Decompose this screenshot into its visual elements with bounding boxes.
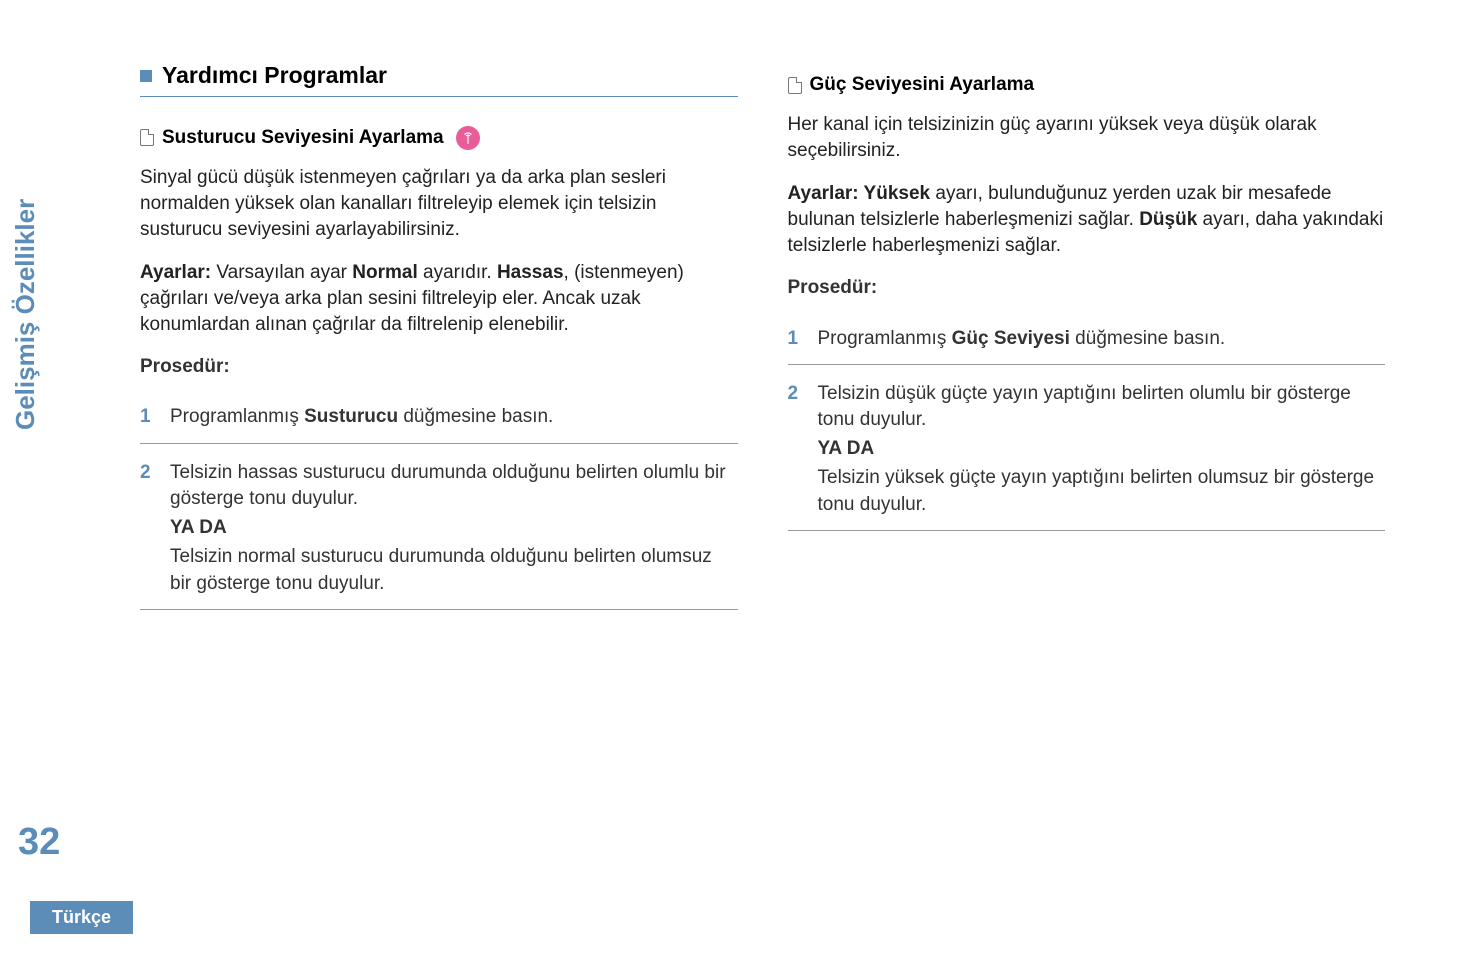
- subheading-row: Susturucu Seviyesini Ayarlama: [140, 125, 738, 151]
- step-number: 1: [788, 326, 804, 352]
- text: Telsizin yüksek güçte yayın yaptığını be…: [818, 465, 1386, 517]
- document-icon: [788, 77, 802, 94]
- text: ayarıdır.: [418, 262, 497, 283]
- text: Varsayılan ayar: [211, 262, 352, 283]
- procedure-step: 1 Programlanmış Güç Seviyesi düğmesine b…: [788, 316, 1386, 365]
- step-body: Telsizin hassas susturucu durumunda oldu…: [170, 460, 738, 597]
- label-bold: Ayarlar:: [140, 262, 211, 283]
- or-label: YA DA: [818, 436, 1386, 462]
- step-body: Programlanmış Susturucu düğmesine basın.: [170, 404, 738, 430]
- text: Programlanmış: [818, 328, 952, 349]
- or-label: YA DA: [170, 515, 738, 541]
- page-number: 32: [18, 821, 60, 864]
- step-body: Programlanmış Güç Seviyesi düğmesine bas…: [818, 326, 1386, 352]
- text: düğmesine basın.: [398, 406, 553, 427]
- text: düğmesine basın.: [1070, 328, 1225, 349]
- procedure-label: Prosedür:: [788, 275, 1386, 301]
- label-bold: Hassas: [497, 262, 564, 283]
- paragraph: Ayarlar: Yüksek ayarı, bulunduğunuz yerd…: [788, 181, 1386, 260]
- section-heading: Yardımcı Programlar: [162, 60, 387, 92]
- subheading: Güç Seviyesini Ayarlama: [810, 72, 1035, 98]
- label-bold: Normal: [352, 262, 417, 283]
- left-column: Yardımcı Programlar Susturucu Seviyesini…: [140, 60, 738, 610]
- text: Telsizin normal susturucu durumunda oldu…: [170, 544, 738, 596]
- label-bold: Yüksek: [864, 183, 931, 204]
- paragraph: Ayarlar: Varsayılan ayar Normal ayarıdır…: [140, 260, 738, 339]
- square-bullet-icon: [140, 70, 152, 82]
- antenna-icon: [456, 126, 480, 150]
- subheading: Susturucu Seviyesini Ayarlama: [162, 125, 444, 151]
- paragraph: Her kanal için telsizinizin güç ayarını …: [788, 112, 1386, 164]
- label-bold: Susturucu: [304, 406, 398, 427]
- step-number: 2: [788, 381, 804, 518]
- text: Programlanmış: [170, 406, 304, 427]
- text: Telsizin hassas susturucu durumunda oldu…: [170, 460, 738, 512]
- language-tab: Türkçe: [30, 901, 133, 934]
- section-heading-row: Yardımcı Programlar: [140, 60, 738, 97]
- text: Telsizin düşük güçte yayın yaptığını bel…: [818, 381, 1386, 433]
- page-content: Yardımcı Programlar Susturucu Seviyesini…: [0, 0, 1475, 610]
- step-number: 1: [140, 404, 156, 430]
- document-icon: [140, 129, 154, 146]
- paragraph: Sinyal gücü düşük istenmeyen çağrıları y…: [140, 165, 738, 244]
- right-column: Güç Seviyesini Ayarlama Her kanal için t…: [788, 60, 1386, 610]
- procedure-step: 2 Telsizin düşük güçte yayın yaptığını b…: [788, 371, 1386, 531]
- procedure-step: 2 Telsizin hassas susturucu durumunda ol…: [140, 450, 738, 610]
- procedure-step: 1 Programlanmış Susturucu düğmesine bası…: [140, 394, 738, 443]
- label-bold: Güç Seviyesi: [952, 328, 1070, 349]
- label-bold: Ayarlar:: [788, 183, 864, 204]
- label-bold: Düşük: [1139, 209, 1197, 230]
- procedure-label: Prosedür:: [140, 354, 738, 380]
- subheading-row: Güç Seviyesini Ayarlama: [788, 72, 1386, 98]
- step-body: Telsizin düşük güçte yayın yaptığını bel…: [818, 381, 1386, 518]
- step-number: 2: [140, 460, 156, 597]
